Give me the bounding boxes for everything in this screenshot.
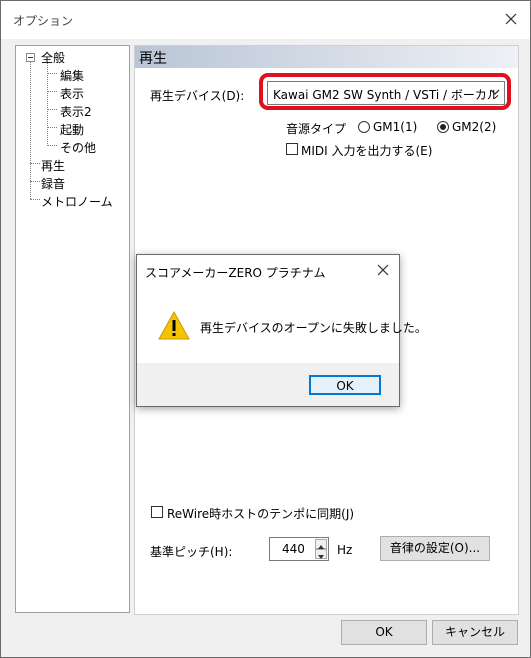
temperament-button[interactable]: 音律の設定(O)... xyxy=(380,536,490,561)
options-tree: 全般 編集 表示 表示2 起動 その他 再生 録音 メトロノーム xyxy=(15,45,130,613)
ok-button[interactable]: OK xyxy=(341,620,427,645)
tree-line xyxy=(30,181,40,182)
tree-line xyxy=(30,62,31,199)
tree-item-playback[interactable]: 再生 xyxy=(41,157,65,174)
dialog-title: スコアメーカーZERO プラチナム xyxy=(145,266,326,280)
rewire-sync-checkbox[interactable] xyxy=(151,506,163,518)
gm2-radio[interactable] xyxy=(437,121,449,133)
source-type-label: 音源タイプ xyxy=(286,122,347,136)
tree-item-recording[interactable]: 録音 xyxy=(41,175,65,192)
pitch-unit: Hz xyxy=(337,543,353,557)
cancel-button[interactable]: キャンセル xyxy=(432,620,518,645)
error-dialog: スコアメーカーZERO プラチナム 再生デバイスのオープンに失敗しました。 OK xyxy=(136,254,427,407)
tree-item-display[interactable]: 表示 xyxy=(60,85,84,102)
window-title: オプション xyxy=(13,14,74,28)
collapse-icon[interactable] xyxy=(26,53,35,62)
tree-item-edit[interactable]: 編集 xyxy=(60,67,84,84)
close-icon[interactable] xyxy=(500,8,522,30)
tree-item-other[interactable]: その他 xyxy=(60,139,96,156)
temperament-button-label: 音律の設定(O)... xyxy=(389,541,481,555)
tree-line xyxy=(47,62,48,146)
title-bar: オプション xyxy=(1,1,530,39)
tree-item-startup[interactable]: 起動 xyxy=(60,121,84,138)
panel-header: 再生 xyxy=(135,46,518,68)
gm2-label[interactable]: GM2(2) xyxy=(452,120,496,134)
cancel-button-label: キャンセル xyxy=(444,625,505,639)
dialog-ok-label: OK xyxy=(336,379,354,393)
rewire-sync-label[interactable]: ReWire時ホストのテンポに同期(J) xyxy=(167,505,354,522)
tree-line xyxy=(47,73,57,74)
options-window: オプション 全般 編集 表示 表示2 起動 その他 再生 録音 メトロノーム 再… xyxy=(0,0,531,658)
dialog-footer: OK xyxy=(137,363,399,406)
spin-up-button[interactable] xyxy=(315,539,327,549)
midi-output-checkbox[interactable] xyxy=(286,143,298,155)
dialog-message: 再生デバイスのオープンに失敗しました。 xyxy=(200,321,427,335)
dialog-ok-button[interactable]: OK xyxy=(309,375,381,395)
chevron-down-icon xyxy=(318,555,324,559)
pitch-value[interactable]: 440 xyxy=(282,542,305,556)
ok-button-label: OK xyxy=(375,625,393,639)
tree-line xyxy=(30,199,40,200)
device-label: 再生デバイス(D): xyxy=(150,89,245,103)
gm1-radio[interactable] xyxy=(358,121,370,133)
pitch-label: 基準ピッチ(H): xyxy=(150,545,233,559)
tree-line xyxy=(47,145,57,146)
gm1-label[interactable]: GM1(1) xyxy=(373,120,417,134)
warning-icon xyxy=(158,310,190,340)
midi-output-label[interactable]: MIDI 入力を出力する(E) xyxy=(301,142,432,159)
highlight-annotation xyxy=(259,73,511,110)
tree-item-general[interactable]: 全般 xyxy=(41,49,65,66)
tree-item-metronome[interactable]: メトロノーム xyxy=(41,193,113,210)
tree-line xyxy=(47,109,57,110)
tree-line xyxy=(47,91,57,92)
spin-down-button[interactable] xyxy=(315,549,327,559)
tree-line xyxy=(47,127,57,128)
tree-item-display2[interactable]: 表示2 xyxy=(60,103,92,120)
pitch-spinner[interactable]: 440 xyxy=(269,537,329,561)
panel-title: 再生 xyxy=(139,51,167,67)
close-icon[interactable] xyxy=(375,262,391,278)
tree-line xyxy=(30,163,40,164)
